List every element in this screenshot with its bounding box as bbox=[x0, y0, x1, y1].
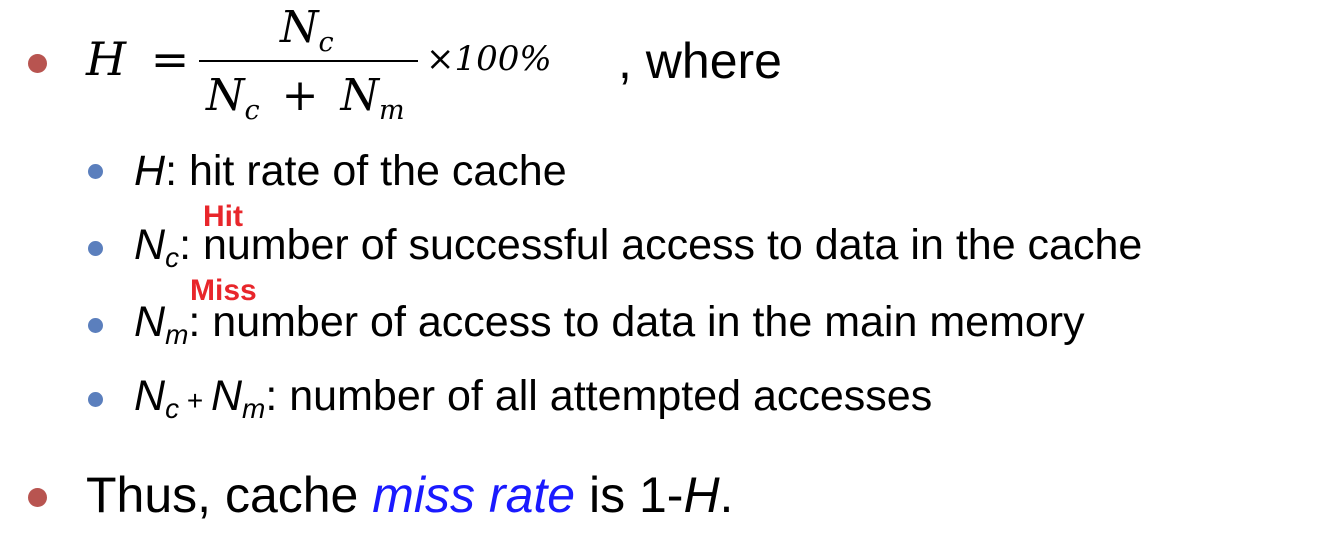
bullet-formula bbox=[28, 54, 47, 73]
bullet-def-nm bbox=[88, 318, 103, 333]
bullet-def-nc bbox=[88, 241, 103, 256]
definition-total: Nc + Nm: number of all attempted accesse… bbox=[134, 372, 933, 424]
formula-denominator: Nc + Nm bbox=[206, 70, 405, 126]
definition-nc: Nc: number of successful access to data … bbox=[134, 221, 1143, 273]
formula-lhs: H = bbox=[86, 32, 190, 86]
fraction-bar bbox=[199, 60, 418, 62]
formula-equals: = bbox=[150, 32, 190, 86]
formula-suffix: , where bbox=[618, 33, 782, 89]
formula-times-100-percent: ×100% bbox=[426, 39, 552, 79]
definition-h: H: hit rate of the cache bbox=[134, 147, 567, 195]
miss-rate-term: miss rate bbox=[372, 467, 576, 523]
definition-nm: Nm: number of access to data in the main… bbox=[134, 298, 1085, 350]
conclusion-text: Thus, cache miss rate is 1-H. bbox=[86, 467, 734, 523]
bullet-conclusion bbox=[28, 488, 47, 507]
bullet-def-h bbox=[88, 164, 103, 179]
formula-numerator: Nc bbox=[280, 2, 334, 58]
bullet-def-total bbox=[88, 392, 103, 407]
